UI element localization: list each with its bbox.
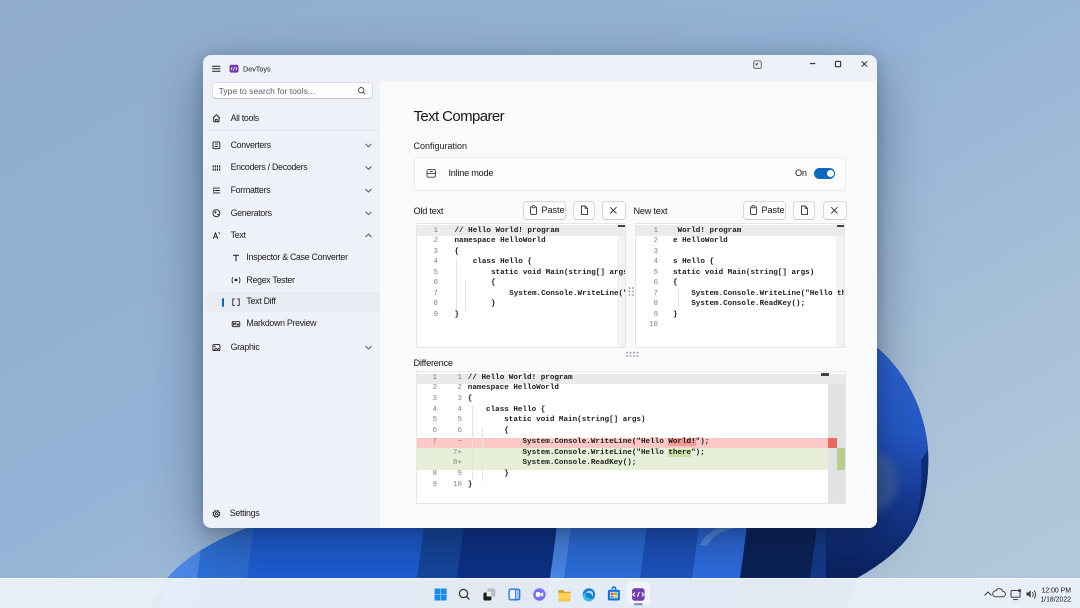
- svg-text:12:00 PM: 12:00 PM: [1042, 588, 1072, 595]
- svg-text:1/18/2022: 1/18/2022: [1040, 597, 1071, 604]
